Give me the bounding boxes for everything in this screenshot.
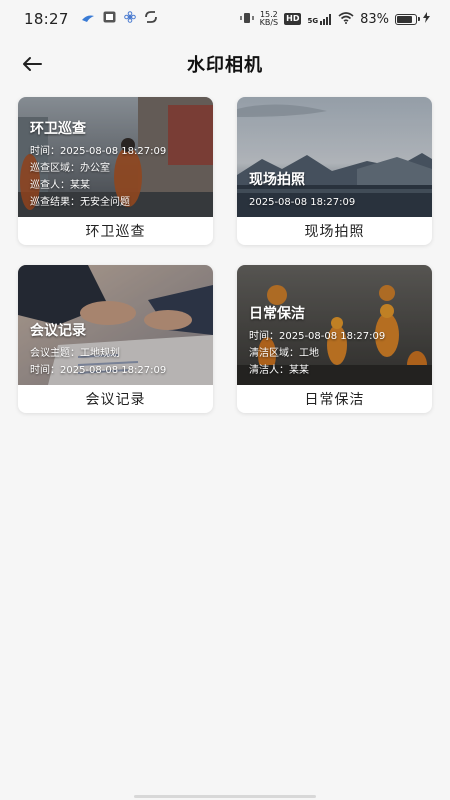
page-title: 水印相机 (187, 55, 263, 76)
card-thumbnail: 日常保洁 时间：2025-08-08 18:27:09 清洁区域：工地 清洁人：… (237, 265, 432, 385)
watermark-overlay: 日常保洁 时间：2025-08-08 18:27:09 清洁区域：工地 清洁人：… (249, 303, 426, 379)
header: 水印相机 (0, 44, 450, 84)
overlay-result: 巡查结果：无安全问题 (30, 197, 130, 208)
overlay-area: 巡查区域：办公室 (30, 163, 110, 174)
flower-app-icon (123, 11, 136, 27)
home-indicator[interactable] (134, 795, 316, 798)
status-time: 18:27 (24, 10, 69, 28)
overlay-time: 时间：2025-08-08 18:27:09 (30, 146, 167, 157)
arrow-left-icon (23, 57, 42, 71)
overlay-title: 会议记录 (30, 323, 86, 339)
battery-icon (395, 13, 420, 25)
battery-percent: 83% (360, 11, 389, 27)
overlay-area: 清洁区域：工地 (249, 348, 319, 359)
hd-badge: HD (284, 13, 302, 25)
overlay-title: 现场拍照 (249, 172, 305, 188)
cell-signal-icon: 5G (307, 13, 332, 25)
template-card-site-photo[interactable]: 现场拍照 2025-08-08 18:27:09 现场拍照 (237, 97, 432, 245)
back-button[interactable] (18, 50, 46, 78)
bird-app-icon (81, 11, 95, 27)
status-left: 18:27 (24, 10, 158, 28)
signal-label: 5G (307, 16, 319, 25)
overlay-title: 日常保洁 (249, 306, 305, 322)
overlay-time: 2025-08-08 18:27:09 (249, 197, 356, 208)
card-thumbnail: 环卫巡查 时间：2025-08-08 18:27:09 巡查区域：办公室 巡查人… (18, 97, 213, 217)
watermark-overlay: 会议记录 会议主题：工地规划 时间：2025-08-08 18:27:09 (30, 320, 207, 379)
vibrate-icon (239, 12, 254, 27)
card-label: 现场拍照 (304, 224, 365, 240)
template-card-sanitation-patrol[interactable]: 环卫巡查 时间：2025-08-08 18:27:09 巡查区域：办公室 巡查人… (18, 97, 213, 245)
overlay-cleaner: 清洁人：某某 (249, 365, 309, 376)
charging-icon (423, 12, 430, 26)
template-card-meeting-record[interactable]: 会议记录 会议主题：工地规划 时间：2025-08-08 18:27:09 会议… (18, 265, 213, 413)
battery-fill (397, 15, 412, 23)
watermark-overlay: 现场拍照 2025-08-08 18:27:09 (249, 169, 426, 211)
card-label: 会议记录 (85, 392, 146, 408)
wifi-icon (338, 11, 354, 27)
overlay-topic: 会议主题：工地规划 (30, 348, 120, 359)
app-notification-icon (103, 11, 116, 27)
sync-app-icon (144, 11, 158, 27)
card-thumbnail: 会议记录 会议主题：工地规划 时间：2025-08-08 18:27:09 (18, 265, 213, 385)
card-label: 日常保洁 (304, 392, 365, 408)
net-speed-unit: KB/S (259, 18, 279, 27)
card-label: 环卫巡查 (85, 224, 146, 240)
overlay-time: 时间：2025-08-08 18:27:09 (249, 331, 386, 342)
status-right: 15.2 KB/S HD 5G 83% (239, 11, 430, 27)
overlay-title: 环卫巡查 (30, 121, 86, 137)
watermark-template-grid: 环卫巡查 时间：2025-08-08 18:27:09 巡查区域：办公室 巡查人… (18, 97, 432, 413)
overlay-time: 时间：2025-08-08 18:27:09 (30, 365, 167, 376)
status-bar: 18:27 15.2 KB/S HD 5G 83% (0, 0, 450, 38)
watermark-overlay: 环卫巡查 时间：2025-08-08 18:27:09 巡查区域：办公室 巡查人… (30, 118, 207, 211)
overlay-inspector: 巡查人：某某 (30, 180, 90, 191)
net-speed: 15.2 KB/S (260, 11, 279, 27)
card-thumbnail: 现场拍照 2025-08-08 18:27:09 (237, 97, 432, 217)
template-card-daily-cleaning[interactable]: 日常保洁 时间：2025-08-08 18:27:09 清洁区域：工地 清洁人：… (237, 265, 432, 413)
